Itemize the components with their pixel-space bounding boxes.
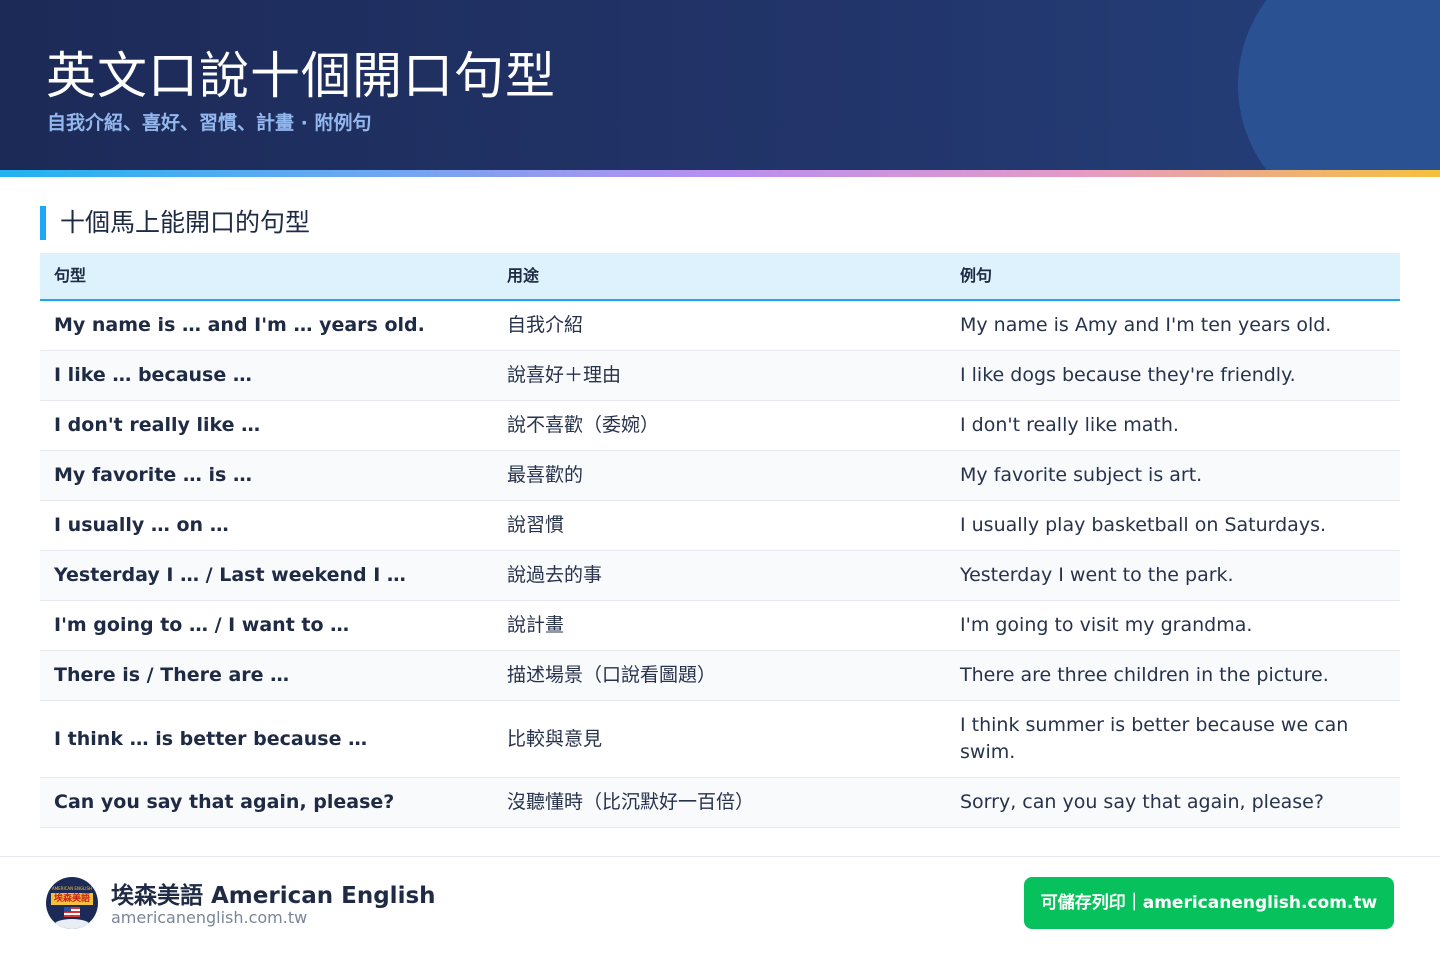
usage-cell: 說計畫 xyxy=(507,614,565,636)
pattern-cell: Can you say that again, please? xyxy=(54,791,395,813)
table-row: I don't really like … 說不喜歡（委婉） I don't r… xyxy=(40,401,1400,451)
usage-cell: 說習慣 xyxy=(507,514,565,536)
pattern-cell: My favorite … is … xyxy=(54,464,252,486)
column-header-example: 例句 xyxy=(960,266,993,285)
table-row: Can you say that again, please? 沒聽懂時（比沉默… xyxy=(40,778,1400,828)
table-row: I usually … on … 說習慣 I usually play bask… xyxy=(40,501,1400,551)
pattern-cell: I think … is better because … xyxy=(54,727,368,750)
pattern-cell: I'm going to … / I want to … xyxy=(54,614,350,636)
example-cell: There are three children in the picture. xyxy=(960,664,1329,686)
page-subtitle: 自我介紹、喜好、習慣、計畫 · 附例句 xyxy=(47,112,372,134)
example-cell: Sorry, can you say that again, please? xyxy=(960,791,1324,813)
example-cell: I don't really like math. xyxy=(960,414,1179,436)
us-flag-icon xyxy=(64,907,80,917)
column-header-pattern: 句型 xyxy=(54,266,87,285)
column-header-usage: 用途 xyxy=(507,266,540,285)
brand-url-link[interactable]: americanenglish.com.tw xyxy=(111,908,307,927)
example-cell: I usually play basketball on Saturdays. xyxy=(960,514,1327,536)
usage-cell: 比較與意見 xyxy=(507,727,603,750)
table-row: I think … is better because … 比較與意見 I th… xyxy=(40,701,1400,778)
example-cell: I like dogs because they're friendly. xyxy=(960,364,1296,386)
logo-top-text: AMERICAN ENGLISH xyxy=(51,886,93,891)
table-header: 句型 用途 例句 xyxy=(40,253,1400,301)
table-row: I like … because … 說喜好＋理由 I like dogs be… xyxy=(40,351,1400,401)
usage-cell: 說不喜歡（委婉） xyxy=(507,414,660,436)
example-cell: My favorite subject is art. xyxy=(960,464,1203,486)
header-banner: 英文口說十個開口句型 自我介紹、喜好、習慣、計畫 · 附例句 xyxy=(0,0,1440,170)
table-row: There is / There are … 描述場景（口說看圖題） There… xyxy=(40,651,1400,701)
logo-text: 埃森美語 xyxy=(51,893,93,905)
decorative-circle xyxy=(1238,0,1440,170)
usage-cell: 自我介紹 xyxy=(507,314,584,336)
logo-base-shape xyxy=(54,919,90,929)
brand-logo: AMERICAN ENGLISH 埃森美語 xyxy=(46,877,98,929)
table-row: My name is … and I'm … years old. 自我介紹 M… xyxy=(40,301,1400,351)
usage-cell: 說過去的事 xyxy=(507,564,603,586)
pattern-cell: My name is … and I'm … years old. xyxy=(54,314,425,336)
footer-divider xyxy=(0,856,1440,857)
sentence-pattern-table: 句型 用途 例句 My name is … and I'm … years ol… xyxy=(40,253,1400,828)
pattern-cell: I don't really like … xyxy=(54,414,261,436)
pattern-cell: I usually … on … xyxy=(54,514,229,536)
pattern-cell: Yesterday I … / Last weekend I … xyxy=(54,564,406,586)
gradient-divider xyxy=(0,170,1440,177)
pattern-cell: I like … because … xyxy=(54,364,252,386)
usage-cell: 說喜好＋理由 xyxy=(507,364,622,386)
table-row: I'm going to … / I want to … 說計畫 I'm goi… xyxy=(40,601,1400,651)
example-cell: I think summer is better because we can … xyxy=(960,714,1349,763)
usage-cell: 最喜歡的 xyxy=(507,464,584,486)
table-row: My favorite … is … 最喜歡的 My favorite subj… xyxy=(40,451,1400,501)
page-title: 英文口說十個開口句型 xyxy=(46,47,556,105)
usage-cell: 沒聽懂時（比沉默好一百倍） xyxy=(507,791,755,813)
pattern-cell: There is / There are … xyxy=(54,664,290,686)
usage-cell: 描述場景（口說看圖題） xyxy=(507,664,717,686)
brand-name: 埃森美語 American English xyxy=(111,883,436,909)
example-cell: My name is Amy and I'm ten years old. xyxy=(960,314,1332,336)
table-row: Yesterday I … / Last weekend I … 說過去的事 Y… xyxy=(40,551,1400,601)
section-title: 十個馬上能開口的句型 xyxy=(40,206,310,240)
print-save-button[interactable]: 可儲存列印｜americanenglish.com.tw xyxy=(1024,877,1394,929)
example-cell: Yesterday I went to the park. xyxy=(960,564,1234,586)
example-cell: I'm going to visit my grandma. xyxy=(960,614,1253,636)
